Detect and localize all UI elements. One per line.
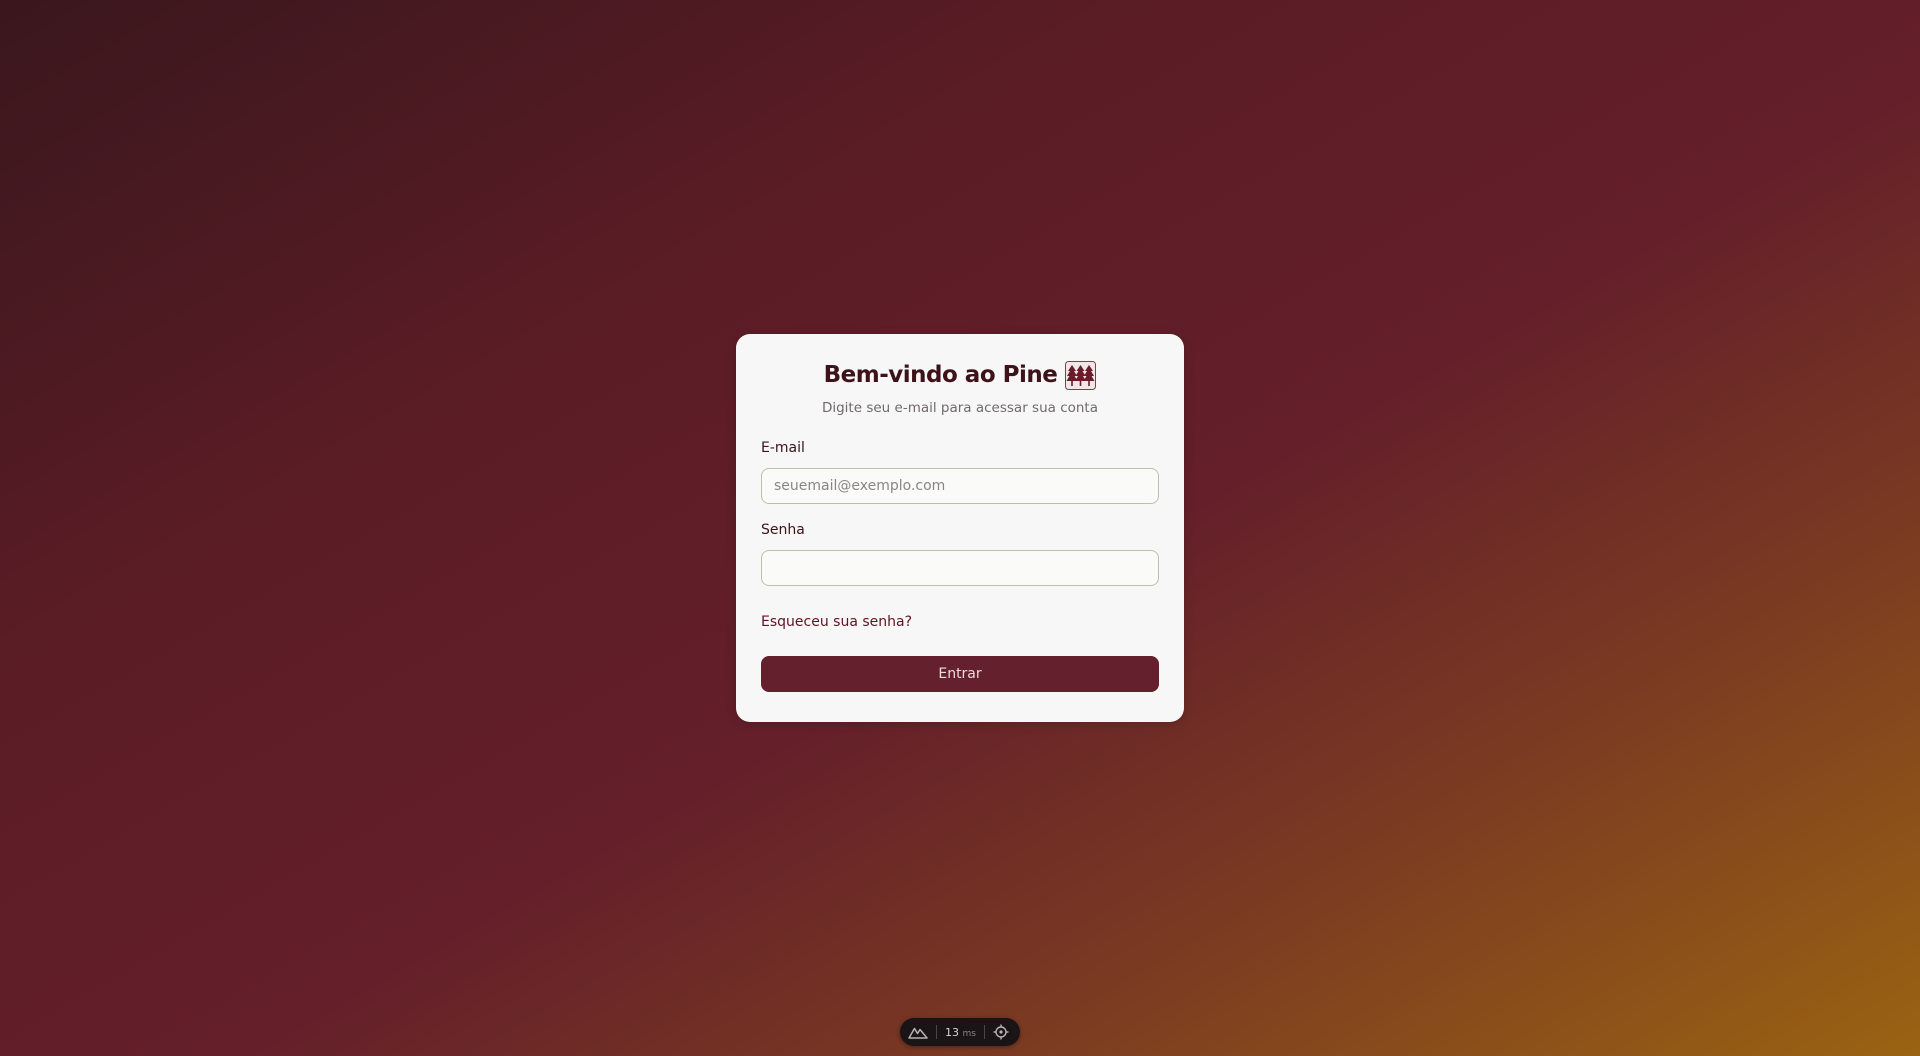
- email-field[interactable]: [761, 468, 1159, 504]
- password-field[interactable]: [761, 550, 1159, 586]
- divider: [983, 1025, 985, 1039]
- login-subtitle: Digite seu e-mail para acessar sua conta: [821, 400, 1099, 416]
- divider: [936, 1025, 937, 1039]
- title-row: Bem-vindo ao Pine: [761, 358, 1159, 392]
- login-header: Bem-vindo ao Pine Digite seu e-mail para…: [761, 334, 1159, 416]
- crosshair-icon[interactable]: [993, 1024, 1009, 1040]
- timing-value: 13: [945, 1025, 959, 1039]
- nuxt-logo-icon[interactable]: [908, 1025, 928, 1039]
- devtools-bar: 13 ms: [900, 1018, 1020, 1046]
- login-button[interactable]: Entrar: [761, 656, 1159, 692]
- pine-trees-icon: [1065, 360, 1097, 390]
- forgot-password-link[interactable]: Esqueceu sua senha?: [761, 614, 912, 632]
- page-title: Bem-vindo ao Pine: [823, 362, 1058, 388]
- password-label: Senha: [761, 522, 805, 538]
- login-card: Bem-vindo ao Pine Digite seu e-mail para…: [736, 334, 1184, 722]
- email-label: E-mail: [761, 440, 805, 456]
- timing-unit: ms: [962, 1028, 976, 1039]
- render-timing[interactable]: 13 ms: [945, 1026, 976, 1039]
